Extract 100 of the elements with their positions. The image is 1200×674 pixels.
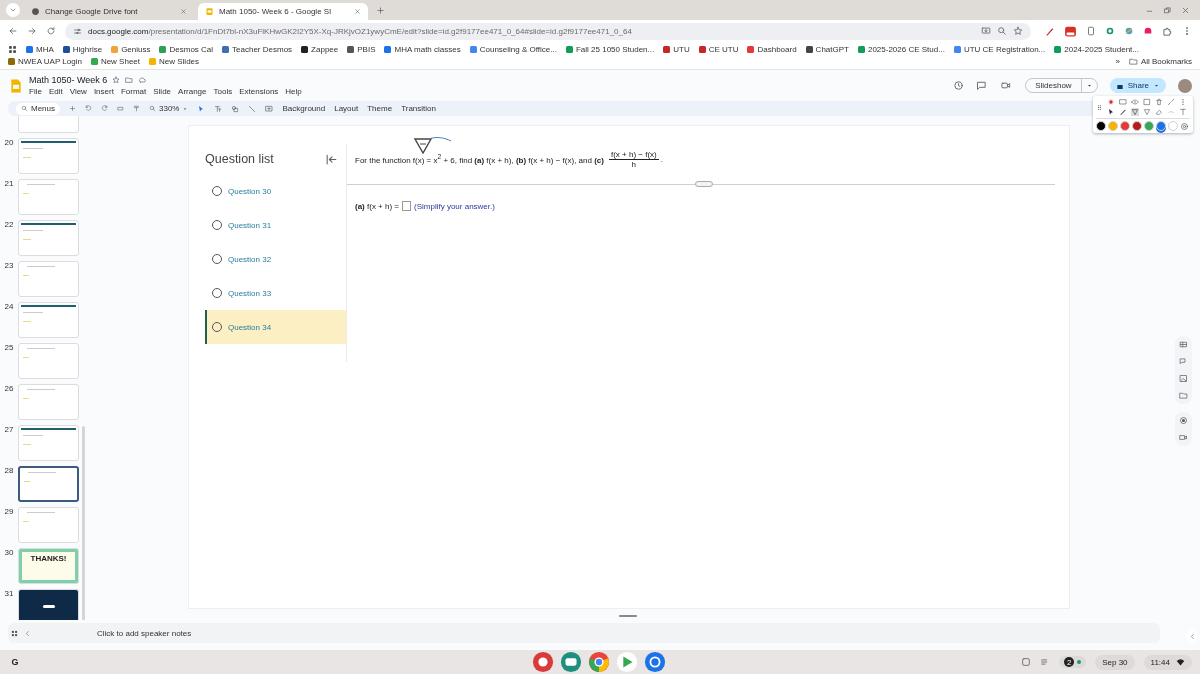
folder-icon[interactable] (125, 76, 134, 84)
close-icon[interactable] (180, 8, 187, 15)
document-icon[interactable] (1086, 26, 1096, 36)
resize-handle[interactable] (695, 181, 713, 187)
image-icon[interactable] (1178, 374, 1188, 383)
chrome-icon[interactable] (588, 651, 610, 673)
eraser-icon[interactable] (1155, 108, 1163, 116)
bookmark-link[interactable]: Counseling & Office... (469, 45, 557, 54)
bookmark-link[interactable]: New Sheet (90, 57, 141, 66)
record-icon[interactable] (1107, 98, 1115, 106)
play-store-icon[interactable] (616, 651, 638, 673)
toolbar-button[interactable]: Layout (334, 104, 359, 113)
screen-capture-icon[interactable] (1021, 657, 1032, 667)
app-icon[interactable] (560, 651, 582, 673)
record-icon[interactable] (1178, 416, 1188, 425)
shape-icon[interactable] (231, 104, 240, 113)
grid-view-icon[interactable] (11, 629, 18, 637)
close-icon[interactable] (354, 8, 361, 15)
bookmark-link[interactable]: MHA math classes (384, 45, 461, 54)
bookmark-link[interactable]: PBIS (347, 45, 376, 54)
date-button[interactable]: Sep 30 (1095, 654, 1135, 670)
history-icon[interactable] (953, 80, 965, 91)
pen-icon[interactable] (1119, 108, 1127, 116)
browser-tab[interactable]: Math 1050- Week 6 - Google Sl (198, 3, 368, 20)
drag-handle-icon[interactable] (1096, 102, 1103, 112)
save-icon[interactable] (1143, 98, 1151, 106)
system-tray[interactable]: 11:44 (1143, 654, 1192, 670)
color-swatch[interactable] (1168, 121, 1178, 131)
menu-item[interactable]: Insert (93, 87, 114, 96)
comment-icon[interactable] (976, 80, 988, 91)
close-icon[interactable] (1181, 5, 1190, 15)
menu-item[interactable]: Extensions (239, 87, 279, 96)
bookmark-link[interactable]: NWEA UAP Login (8, 57, 82, 66)
puzzle-icon[interactable] (1162, 25, 1173, 37)
resize-handle[interactable] (619, 615, 637, 617)
notification-tray[interactable]: 2 (1059, 656, 1087, 668)
more-bookmarks-button[interactable]: » (1115, 57, 1120, 66)
answer-box[interactable] (402, 201, 411, 211)
reload-icon[interactable] (46, 26, 56, 36)
bookmark-link[interactable]: MHA (26, 45, 54, 54)
bookmark-link[interactable]: ChatGPT (805, 45, 849, 54)
back-icon[interactable] (8, 26, 18, 36)
bookmark-link[interactable]: Highrise (62, 45, 103, 54)
extension-badge-icon[interactable] (1064, 24, 1077, 38)
paint-format-icon[interactable] (133, 105, 140, 112)
bookmark-link[interactable]: Desmos Cal (159, 45, 214, 54)
site-settings-icon[interactable] (73, 26, 82, 36)
restore-icon[interactable] (1163, 5, 1172, 15)
cloud-icon[interactable] (138, 76, 147, 84)
add-icon[interactable] (69, 105, 76, 112)
slide-thumbnail[interactable] (18, 466, 79, 502)
install-icon[interactable] (981, 26, 991, 36)
settings-icon[interactable] (1180, 121, 1189, 131)
color-swatch[interactable] (1096, 121, 1106, 131)
chat-icon[interactable] (1178, 357, 1188, 366)
all-bookmarks-link[interactable]: All Bookmarks (1128, 57, 1192, 66)
forward-icon[interactable] (27, 26, 37, 36)
text-tool-icon[interactable] (1179, 108, 1187, 116)
zoom-icon[interactable] (997, 26, 1007, 36)
extension-icon[interactable] (1143, 26, 1153, 36)
chevron-left-icon[interactable] (24, 629, 31, 637)
question-item[interactable]: Question 30 (205, 174, 347, 208)
question-item[interactable]: Question 34 (205, 310, 347, 344)
menu-item[interactable]: Tools (213, 87, 233, 96)
more-icon[interactable] (1179, 98, 1187, 106)
toolbar-button[interactable]: Theme (367, 104, 393, 113)
print-icon[interactable] (117, 105, 124, 112)
question-item[interactable]: Question 31 (205, 208, 347, 242)
app-icon[interactable] (532, 651, 554, 673)
comment-add-icon[interactable] (265, 104, 274, 113)
avatar[interactable] (1178, 78, 1192, 93)
menu-search-field[interactable]: Menus (16, 102, 60, 115)
bookmark-link[interactable]: Fall 25 1050 Studen... (565, 45, 655, 54)
folder-icon[interactable] (1178, 391, 1188, 400)
undo-icon[interactable] (85, 105, 92, 112)
zoom-selector[interactable]: 330% (149, 104, 189, 113)
menu-item[interactable]: Edit (48, 87, 63, 96)
menu-item[interactable]: Help (285, 87, 302, 96)
chevron-left-icon[interactable] (1188, 632, 1196, 640)
toolbar-button[interactable]: Transition (401, 104, 436, 113)
cursor-icon[interactable] (1107, 108, 1115, 116)
bookmark-link[interactable]: Teacher Desmos (222, 45, 293, 54)
bookmark-link[interactable]: CE UTU (698, 45, 739, 54)
question-item[interactable]: Question 32 (205, 242, 347, 276)
color-swatch[interactable] (1156, 121, 1166, 131)
video-icon[interactable] (1178, 433, 1188, 442)
apps-icon[interactable] (8, 45, 17, 54)
bookmark-link[interactable]: New Slides (149, 57, 200, 66)
bookmark-link[interactable]: UTU CE Registration... (953, 45, 1046, 54)
highlighter-icon[interactable] (1143, 108, 1151, 116)
extension-icon[interactable] (1124, 26, 1134, 36)
menu-item[interactable]: Format (120, 87, 147, 96)
menu-item[interactable]: Slide (153, 87, 172, 96)
menu-item[interactable]: View (69, 87, 87, 96)
document-title[interactable]: Math 1050- Week 6 (29, 75, 108, 85)
trash-icon[interactable] (1155, 98, 1163, 106)
color-swatch[interactable] (1144, 121, 1154, 131)
speaker-notes-field[interactable]: Click to add speaker notes (8, 623, 1160, 643)
browser-tab[interactable]: Change Google Drive font (24, 3, 194, 20)
text-box-icon[interactable] (214, 104, 223, 113)
